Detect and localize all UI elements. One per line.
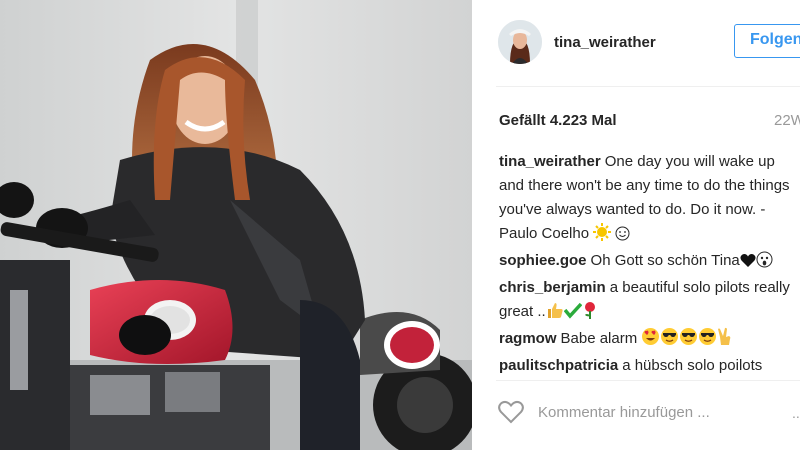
comment-username[interactable]: sophiee.goe [499, 252, 587, 269]
sunglasses-icon [679, 327, 698, 354]
list-item: sophiee.goe Oh Gott so schön Tina [499, 249, 799, 276]
comment-text: Oh Gott so schön Tina [590, 252, 740, 269]
post-header: tina_weirather Folgen [472, 0, 800, 86]
follow-button[interactable]: Folgen [734, 24, 800, 58]
add-comment-input[interactable]: Kommentar hinzufügen ... [538, 404, 710, 421]
more-options-icon[interactable]: ... [792, 405, 800, 421]
list-item: paulitschpatriciaa hübsch solo poilots r… [499, 354, 799, 374]
comment-username[interactable]: chris_berjamin [499, 279, 606, 296]
list-item: ragmow Babe alarm [499, 327, 799, 354]
list-item: chris_berjamin a beautiful solo pilots re… [499, 276, 799, 327]
heart-eyes-icon [641, 327, 660, 354]
post-photo[interactable] [0, 0, 472, 450]
heart-outline-icon[interactable] [498, 400, 524, 429]
comment-username[interactable]: ragmow [499, 330, 557, 347]
post-time[interactable]: 22W [774, 112, 800, 129]
sun-icon [593, 223, 612, 249]
comment-username[interactable]: tina_weirather [499, 153, 601, 170]
heart-icon [740, 252, 756, 276]
header-divider [496, 86, 800, 87]
scream-icon [756, 251, 773, 276]
post-details-panel: tina_weirather Folgen Gefällt 4.223 Mal … [472, 0, 800, 450]
list-item: tina_weirather One day you will wake up a… [499, 150, 799, 249]
victory-icon [717, 327, 733, 354]
smile-icon [615, 225, 630, 249]
footer-divider [496, 380, 800, 381]
sunglasses-icon [698, 327, 717, 354]
post-author-username[interactable]: tina_weirather [554, 34, 656, 51]
rose-icon [582, 301, 598, 327]
comment-username[interactable]: paulitschpatricia [499, 357, 618, 374]
photo-illustration [0, 0, 472, 450]
thumbs-up-icon [546, 301, 564, 327]
likes-count[interactable]: Gefällt 4.223 Mal [499, 112, 617, 129]
comments-list[interactable]: tina_weirather One day you will wake up a… [499, 150, 799, 374]
sunglasses-icon [660, 327, 679, 354]
check-icon [563, 301, 582, 327]
avatar[interactable] [498, 20, 542, 64]
comment-text: Babe alarm [560, 330, 638, 347]
